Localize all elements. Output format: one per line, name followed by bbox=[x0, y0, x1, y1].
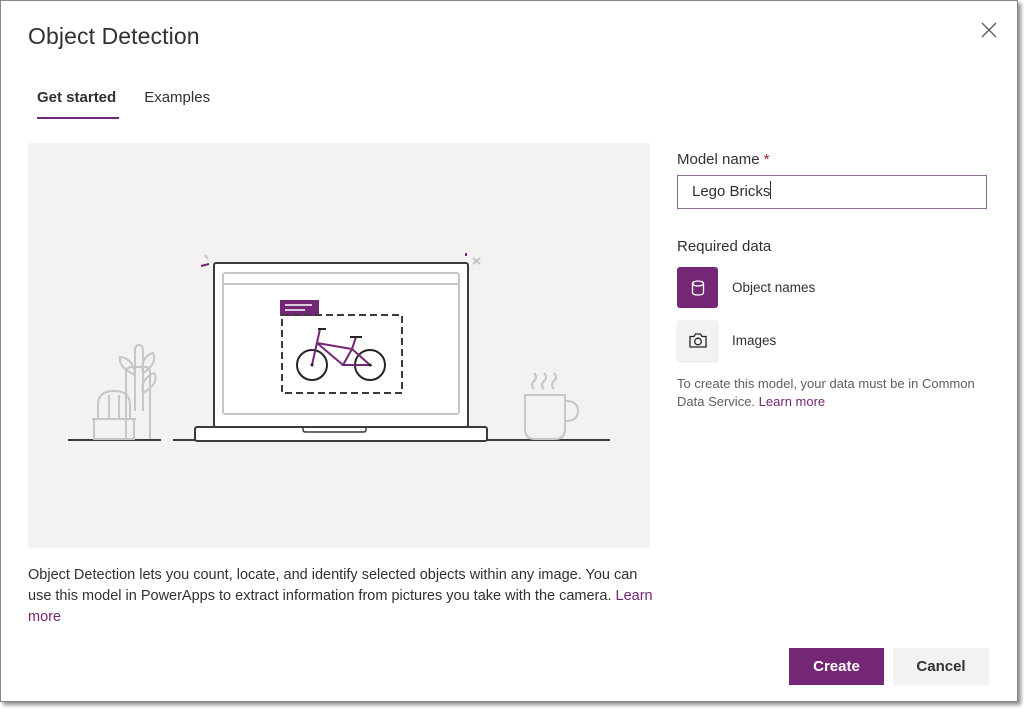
text-caret bbox=[770, 181, 772, 199]
cds-note: To create this model, your data must be … bbox=[677, 375, 989, 411]
cds-note-text: To create this model, your data must be … bbox=[677, 376, 975, 409]
laptop-icon bbox=[194, 262, 488, 442]
tab-list: Get started Examples bbox=[37, 89, 238, 119]
model-name-value: Lego Bricks bbox=[692, 183, 771, 200]
detection-label-tag bbox=[280, 300, 319, 316]
model-form: Model name * Lego Bricks Required data O… bbox=[677, 151, 989, 411]
camera-icon bbox=[677, 320, 718, 361]
description: Object Detection lets you count, locate,… bbox=[28, 565, 658, 628]
images-label: Images bbox=[732, 333, 777, 348]
plant-icon bbox=[92, 343, 157, 440]
cancel-button[interactable]: Cancel bbox=[893, 648, 989, 685]
tab-get-started[interactable]: Get started bbox=[37, 89, 120, 119]
required-marker: * bbox=[763, 151, 770, 168]
required-item-images: Images bbox=[677, 320, 989, 361]
close-icon[interactable] bbox=[979, 20, 999, 40]
model-name-label: Model name * bbox=[677, 151, 989, 168]
create-button[interactable]: Create bbox=[789, 648, 884, 685]
mug-icon bbox=[524, 372, 580, 440]
database-icon bbox=[677, 267, 718, 308]
required-item-object-names: Object names bbox=[677, 267, 989, 308]
dialog-title: Object Detection bbox=[28, 23, 200, 49]
tab-examples[interactable]: Examples bbox=[144, 89, 210, 116]
object-names-label: Object names bbox=[732, 280, 816, 295]
model-name-input[interactable]: Lego Bricks bbox=[677, 175, 987, 209]
illustration bbox=[28, 143, 650, 548]
cds-learn-more-link[interactable]: Learn more bbox=[759, 394, 825, 409]
required-data-label: Required data bbox=[677, 238, 772, 255]
object-detection-dialog: Object Detection Get started Examples Ob… bbox=[0, 0, 1018, 702]
description-text: Object Detection lets you count, locate,… bbox=[28, 567, 638, 604]
model-name-label-text: Model name bbox=[677, 151, 760, 168]
